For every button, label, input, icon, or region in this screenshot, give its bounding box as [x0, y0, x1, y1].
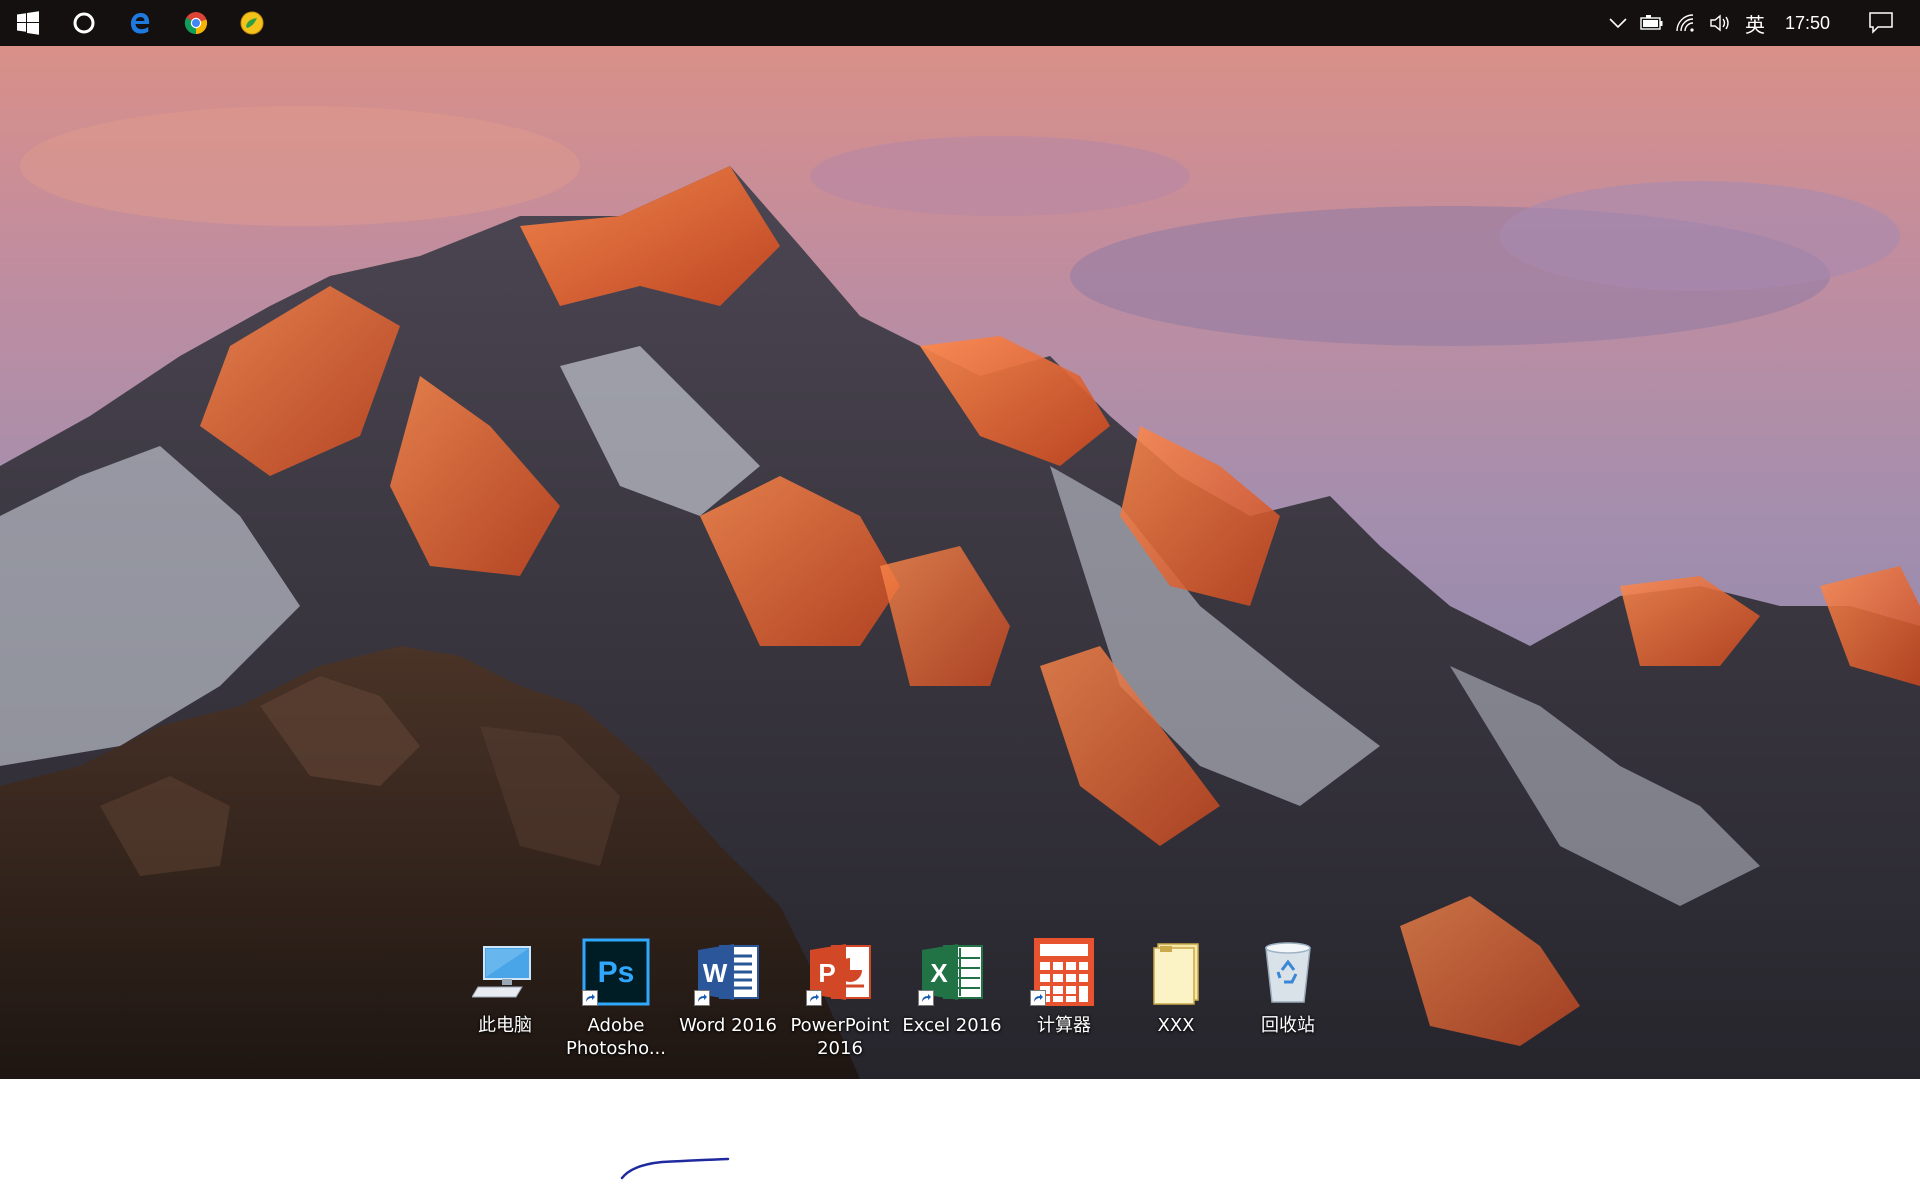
svg-text:X: X — [930, 958, 948, 988]
show-hidden-icons-button[interactable] — [1601, 0, 1635, 46]
edge-taskbar-button[interactable] — [112, 0, 168, 46]
svg-text:Ps: Ps — [598, 956, 635, 989]
desktop-icon-label: 此电脑 — [478, 1015, 532, 1036]
speaker-icon — [1710, 14, 1729, 32]
desktop-icon-excel[interactable]: X Excel 2016 — [899, 936, 1005, 1037]
desktop-icons: 此电脑 Ps Adobe Photosho... W Word 2016 P P… — [0, 46, 1920, 1079]
app-taskbar-button[interactable] — [224, 0, 280, 46]
recycle-bin-icon — [1252, 936, 1324, 1008]
battery-icon — [1640, 15, 1663, 30]
desktop-icon-recycle-bin[interactable]: 回收站 — [1235, 936, 1341, 1037]
desktop-icon-label: Adobe Photosho... — [566, 1015, 666, 1059]
shortcut-arrow-icon — [1030, 990, 1046, 1006]
network-button[interactable] — [1669, 0, 1703, 46]
edge-browser-icon — [131, 13, 150, 34]
chrome-browser-icon — [184, 12, 208, 35]
svg-text:W: W — [703, 958, 728, 988]
powerpoint-icon: P — [804, 936, 876, 1008]
volume-button[interactable] — [1703, 0, 1737, 46]
shortcut-arrow-icon — [582, 990, 598, 1006]
desktop-icon-word[interactable]: W Word 2016 — [675, 936, 781, 1037]
battery-button[interactable] — [1635, 0, 1669, 46]
chrome-taskbar-button[interactable] — [168, 0, 224, 46]
taskbar: 英 17:50 — [0, 0, 1920, 46]
system-tray: 英 17:50 — [1601, 0, 1920, 46]
desktop-icon-label: Word 2016 — [679, 1015, 777, 1036]
clock[interactable]: 17:50 — [1773, 13, 1856, 34]
desktop-icon-photoshop[interactable]: Ps Adobe Photosho... — [563, 936, 669, 1060]
pen-stroke — [620, 1157, 730, 1180]
wifi-icon — [1676, 14, 1694, 32]
desktop-icon-label: Excel 2016 — [902, 1015, 1002, 1036]
cortana-search-icon — [73, 12, 95, 34]
shortcut-arrow-icon — [694, 990, 710, 1006]
start-button[interactable] — [0, 0, 56, 46]
taskbar-left — [0, 0, 280, 46]
cortana-button[interactable] — [56, 0, 112, 46]
desktop-icon-label: 计算器 — [1037, 1015, 1091, 1036]
desktop-icon-file[interactable]: XXX — [1123, 936, 1229, 1037]
desktop-icon-label: 回收站 — [1261, 1015, 1315, 1036]
shortcut-arrow-icon — [918, 990, 934, 1006]
desktop-icon-calculator[interactable]: 计算器 — [1011, 936, 1117, 1037]
file-icon — [1140, 936, 1212, 1008]
whiteboard-area — [0, 1079, 1920, 1181]
desktop-icon-powerpoint[interactable]: P PowerPoint 2016 — [787, 936, 893, 1060]
svg-text:P: P — [818, 958, 835, 988]
word-icon: W — [692, 936, 764, 1008]
shortcut-arrow-icon — [806, 990, 822, 1006]
windows-start-icon — [17, 11, 39, 35]
excel-icon: X — [916, 936, 988, 1008]
notification-icon — [1869, 12, 1893, 34]
desktop-icon-this-pc[interactable]: 此电脑 — [452, 936, 558, 1037]
photoshop-icon: Ps — [580, 936, 652, 1008]
calculator-icon — [1028, 936, 1100, 1008]
chevron-up-icon — [1609, 18, 1627, 29]
this-pc-icon — [469, 936, 541, 1008]
desktop-icon-label: PowerPoint 2016 — [790, 1015, 890, 1059]
desktop[interactable]: 此电脑 Ps Adobe Photosho... W Word 2016 P P… — [0, 46, 1920, 1079]
desktop-icon-label: XXX — [1157, 1015, 1195, 1036]
input-method-indicator[interactable]: 英 — [1737, 9, 1773, 38]
app-icon — [240, 11, 264, 35]
action-center-button[interactable] — [1856, 0, 1906, 46]
